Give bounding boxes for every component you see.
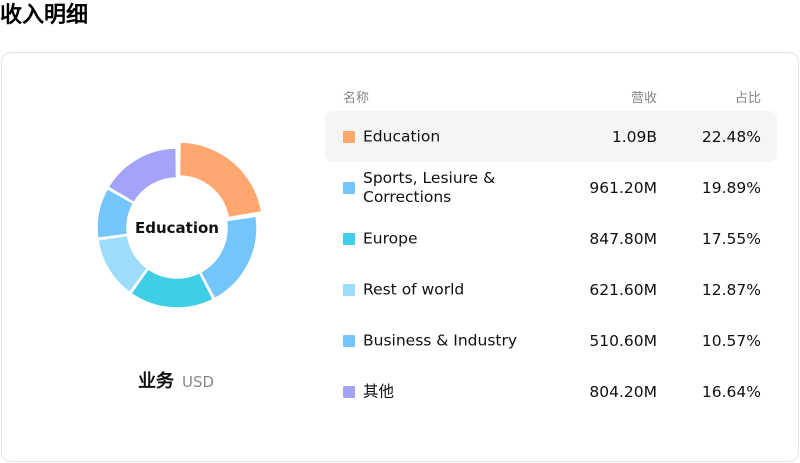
row-name: Business & Industry [363, 331, 518, 349]
row-name: 其他 [363, 382, 395, 400]
header-name: 名称 [343, 91, 370, 106]
table-row[interactable]: Sports, Lesiure & Corrections 961.20M 19… [325, 162, 777, 213]
row-name: Rest of world [363, 280, 465, 298]
row-percent: 12.87% [701, 280, 761, 299]
page-title: 收入明细 [0, 3, 89, 28]
row-revenue: 621.60M [589, 280, 657, 299]
table-row[interactable]: Education 1.09B 22.48% [325, 111, 777, 162]
table-row[interactable]: Business & Industry 510.60M 10.57% [325, 315, 777, 366]
table-row[interactable]: Europe 847.80M 17.55% [325, 213, 777, 264]
revenue-table: 名称 营收 占比 Education 1.09B 22.48% Sports, … [325, 81, 777, 417]
row-percent: 10.57% [701, 331, 761, 350]
row-percent: 22.48% [701, 127, 761, 146]
row-percent: 19.89% [701, 178, 761, 197]
row-revenue: 1.09B [611, 127, 657, 146]
segment-caption: 业务 USD [2, 367, 350, 393]
legend-swatch [343, 335, 355, 347]
revenue-card: Education 业务 USD 名称 营收 占比 Education 1.09… [1, 52, 799, 462]
donut-chart: Education [92, 143, 262, 313]
row-name: Sports, Lesiure & Corrections [363, 168, 496, 206]
table-row[interactable]: Rest of world 621.60M 12.87% [325, 264, 777, 315]
legend-swatch [343, 182, 355, 194]
table-header: 名称 营收 占比 [325, 81, 777, 111]
row-percent: 17.55% [701, 229, 761, 248]
legend-swatch [343, 386, 355, 398]
header-revenue: 营收 [630, 91, 657, 106]
row-revenue: 961.20M [589, 178, 657, 197]
row-revenue: 847.80M [589, 229, 657, 248]
row-revenue: 804.20M [589, 382, 657, 401]
legend-swatch [343, 131, 355, 143]
row-name: Europe [363, 229, 418, 247]
currency-unit-label: USD [181, 373, 215, 391]
segment-type-label: 业务 [137, 371, 174, 392]
legend-swatch [343, 284, 355, 296]
row-percent: 16.64% [701, 382, 761, 401]
donut-center-label: Education [135, 219, 219, 237]
header-percent: 占比 [734, 91, 761, 106]
row-name: Education [363, 127, 441, 145]
table-row[interactable]: 其他 804.20M 16.64% [325, 366, 777, 417]
legend-swatch [343, 233, 355, 245]
row-revenue: 510.60M [589, 331, 657, 350]
